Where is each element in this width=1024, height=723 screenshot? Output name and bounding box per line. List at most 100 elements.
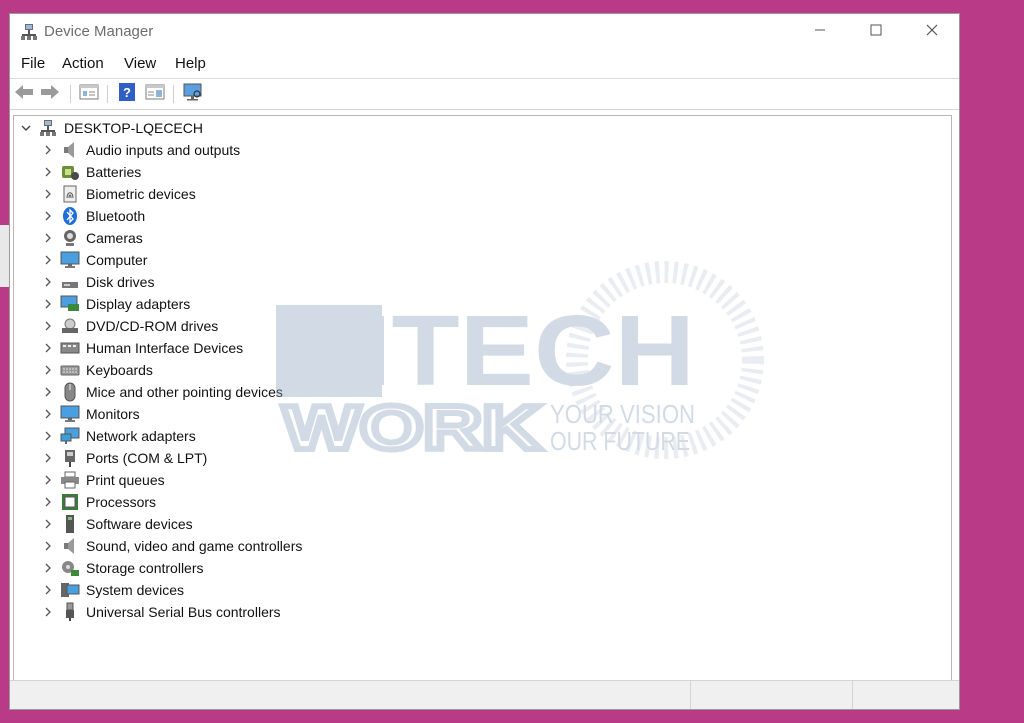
forward-button[interactable]: [39, 84, 61, 104]
tree-category-item[interactable]: Network adapters: [40, 425, 196, 447]
chevron-down-icon[interactable]: [18, 117, 34, 139]
tree-item-label: Biometric devices: [86, 186, 196, 202]
update-driver-icon: [145, 84, 165, 105]
toolbar: ?: [10, 79, 959, 110]
menu-help[interactable]: Help: [175, 55, 206, 72]
tree-item-label: Human Interface Devices: [86, 340, 244, 356]
tree-category-item[interactable]: Bluetooth: [40, 205, 145, 227]
menu-bar: File Action View Help: [10, 50, 959, 79]
chevron-right-icon[interactable]: [40, 491, 56, 513]
chevron-right-icon[interactable]: [40, 469, 56, 491]
close-button[interactable]: [904, 14, 960, 50]
tree-item-label: Audio inputs and outputs: [86, 142, 241, 158]
monitor-icon: [60, 250, 80, 270]
toolbar-separator: [107, 85, 108, 103]
tree-category-item[interactable]: Human Interface Devices: [40, 337, 243, 359]
device-tree: DESKTOP-LQECECH Audio inputs and outputs…: [13, 115, 952, 681]
dvd-drive-icon: [60, 316, 80, 336]
tree-item-label: Ports (COM & LPT): [86, 450, 208, 466]
speaker-icon: [60, 140, 80, 160]
tree-category-item[interactable]: Batteries: [40, 161, 141, 183]
scan-hardware-icon: [182, 83, 204, 106]
tree-category-item[interactable]: Keyboards: [40, 359, 153, 381]
tree-category-item[interactable]: Software devices: [40, 513, 193, 535]
tree-item-label: Display adapters: [86, 296, 191, 312]
chevron-right-icon[interactable]: [40, 557, 56, 579]
minimize-button[interactable]: [792, 14, 848, 50]
properties-button[interactable]: [78, 84, 100, 104]
tree-category-item[interactable]: DVD/CD-ROM drives: [40, 315, 218, 337]
tree-item-label: System devices: [86, 582, 185, 598]
chevron-right-icon[interactable]: [40, 601, 56, 623]
help-icon: ?: [118, 82, 136, 107]
chevron-right-icon[interactable]: [40, 249, 56, 271]
tree-item-label: Software devices: [86, 516, 193, 532]
menu-file[interactable]: File: [21, 55, 45, 72]
tree-category-item[interactable]: Processors: [40, 491, 156, 513]
svg-text:?: ?: [123, 85, 131, 100]
tree-category-item[interactable]: Display adapters: [40, 293, 190, 315]
tree-item-label: Keyboards: [86, 362, 153, 378]
maximize-button[interactable]: [848, 14, 904, 50]
printer-icon: [60, 470, 80, 490]
tree-item-label: Network adapters: [86, 428, 196, 444]
chevron-right-icon[interactable]: [40, 315, 56, 337]
chevron-right-icon[interactable]: [40, 227, 56, 249]
tree-item-label: Sound, video and game controllers: [86, 538, 303, 554]
tree-category-item[interactable]: Disk drives: [40, 271, 154, 293]
chevron-right-icon[interactable]: [40, 337, 56, 359]
forward-arrow-icon: [40, 84, 60, 105]
tree-category-item[interactable]: Computer: [40, 249, 147, 271]
tree-category-item[interactable]: Mice and other pointing devices: [40, 381, 283, 403]
chevron-right-icon[interactable]: [40, 359, 56, 381]
status-bar: [10, 680, 959, 709]
tree-category-item[interactable]: Print queues: [40, 469, 165, 491]
tree-item-label: Disk drives: [86, 274, 155, 290]
tree-item-label: Bluetooth: [86, 208, 146, 224]
chevron-right-icon[interactable]: [40, 579, 56, 601]
menu-view[interactable]: View: [124, 55, 156, 72]
tree-root[interactable]: DESKTOP-LQECECH: [18, 117, 203, 139]
monitor-icon: [60, 404, 80, 424]
chevron-right-icon[interactable]: [40, 161, 56, 183]
toolbar-separator: [173, 85, 174, 103]
tree-item-label: Print queues: [86, 472, 165, 488]
chevron-right-icon[interactable]: [40, 535, 56, 557]
tree-category-item[interactable]: Storage controllers: [40, 557, 204, 579]
tree-category-item[interactable]: Cameras: [40, 227, 143, 249]
background-window-edge: [0, 225, 9, 287]
scan-hardware-button[interactable]: [182, 83, 204, 106]
tree-category-item[interactable]: Sound, video and game controllers: [40, 535, 302, 557]
tree-item-label: Cameras: [86, 230, 143, 246]
chevron-right-icon[interactable]: [40, 403, 56, 425]
status-pane: [690, 681, 853, 709]
disk-drive-icon: [60, 272, 80, 292]
back-button[interactable]: [13, 84, 35, 104]
chevron-right-icon[interactable]: [40, 271, 56, 293]
update-driver-button[interactable]: [144, 84, 166, 104]
chevron-right-icon[interactable]: [40, 513, 56, 535]
menu-action[interactable]: Action: [62, 55, 104, 72]
tree-category-item[interactable]: Ports (COM & LPT): [40, 447, 207, 469]
tree-category-item[interactable]: Universal Serial Bus controllers: [40, 601, 281, 623]
chevron-right-icon[interactable]: [40, 425, 56, 447]
bluetooth-icon: [60, 206, 80, 226]
back-arrow-icon: [14, 84, 34, 105]
chevron-right-icon[interactable]: [40, 183, 56, 205]
maximize-icon: [870, 23, 882, 41]
port-icon: [60, 448, 80, 468]
tree-category-item[interactable]: Monitors: [40, 403, 140, 425]
help-button[interactable]: ?: [116, 82, 138, 107]
chevron-right-icon[interactable]: [40, 139, 56, 161]
tree-category-item[interactable]: Audio inputs and outputs: [40, 139, 240, 161]
camera-icon: [60, 228, 80, 248]
chevron-right-icon[interactable]: [40, 447, 56, 469]
chevron-right-icon[interactable]: [40, 293, 56, 315]
usb-icon: [60, 602, 80, 622]
chevron-right-icon[interactable]: [40, 205, 56, 227]
tree-item-label: Computer: [86, 252, 148, 268]
tree-category-item[interactable]: Biometric devices: [40, 183, 196, 205]
hid-icon: [60, 338, 80, 358]
chevron-right-icon[interactable]: [40, 381, 56, 403]
tree-category-item[interactable]: System devices: [40, 579, 184, 601]
